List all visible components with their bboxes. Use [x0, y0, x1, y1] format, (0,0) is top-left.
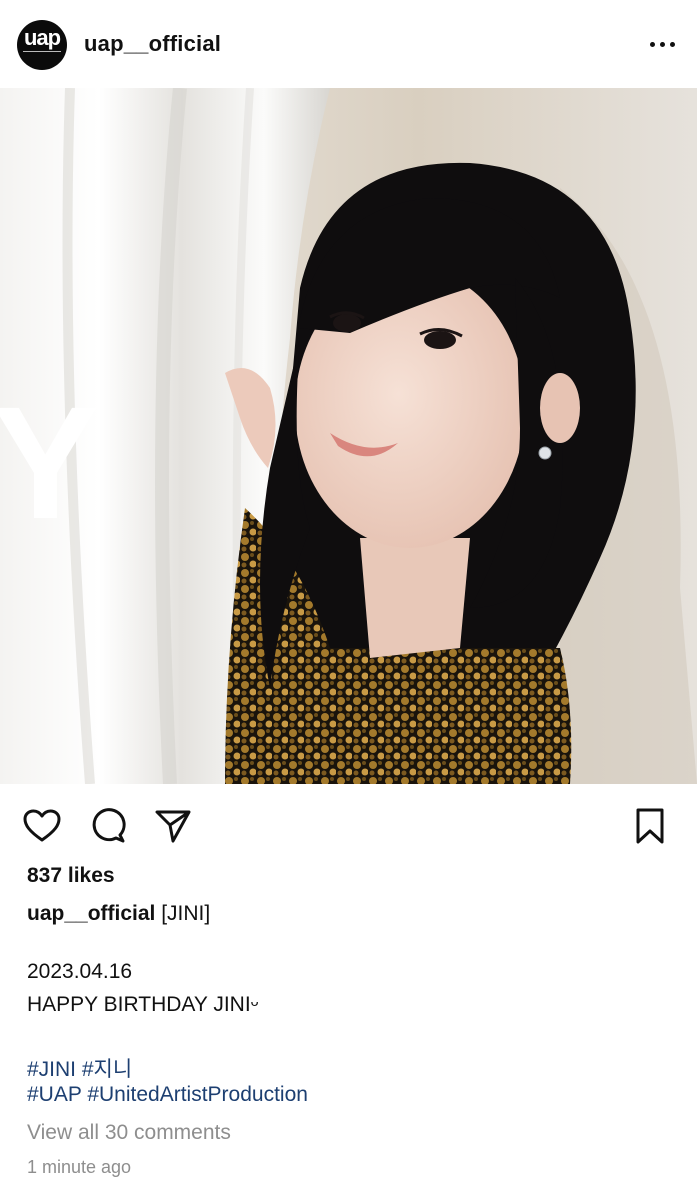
bookmark-icon[interactable] [630, 806, 670, 846]
paper-plane-icon[interactable] [153, 806, 193, 846]
portrait-illustration: Y [0, 88, 697, 784]
hashtag-link[interactable]: #UnitedArtistProduction [87, 1083, 308, 1106]
hashtag-row-1: #JINI #지니 [27, 1053, 132, 1083]
post-photo[interactable]: Y [0, 88, 697, 784]
comment-bubble-icon[interactable] [88, 806, 128, 846]
caption-date: 2023.04.16 [27, 960, 133, 983]
avatar-logo-rule [23, 51, 61, 60]
avatar-logo-text: uap [23, 25, 61, 50]
hashtag-link[interactable]: #JINI [27, 1058, 76, 1081]
hashtag-link[interactable]: #UAP [27, 1083, 81, 1106]
caption-username[interactable]: uap__official [27, 902, 155, 925]
heart-icon[interactable] [22, 806, 62, 846]
post-username[interactable]: uap__official [84, 31, 221, 57]
overlay-letter: Y [0, 373, 99, 552]
post-header: uap uap__official [0, 0, 697, 88]
hashtag-row-2: #UAP #UnitedArtistProduction [27, 1083, 308, 1107]
post-timestamp: 1 minute ago [27, 1157, 132, 1177]
avatar[interactable]: uap [17, 20, 67, 70]
caption: uap__official [JINI] [27, 902, 210, 926]
hashtag-link[interactable]: #지니 [82, 1058, 132, 1081]
post-actions [0, 784, 697, 864]
more-dots-icon[interactable] [642, 30, 682, 58]
view-comments-link[interactable]: View all 30 comments [27, 1121, 231, 1145]
caption-text: [JINI] [161, 902, 211, 925]
likes-count[interactable]: 837 likes [27, 864, 115, 888]
caption-message: HAPPY BIRTHDAY JINIᵕ [27, 993, 259, 1016]
